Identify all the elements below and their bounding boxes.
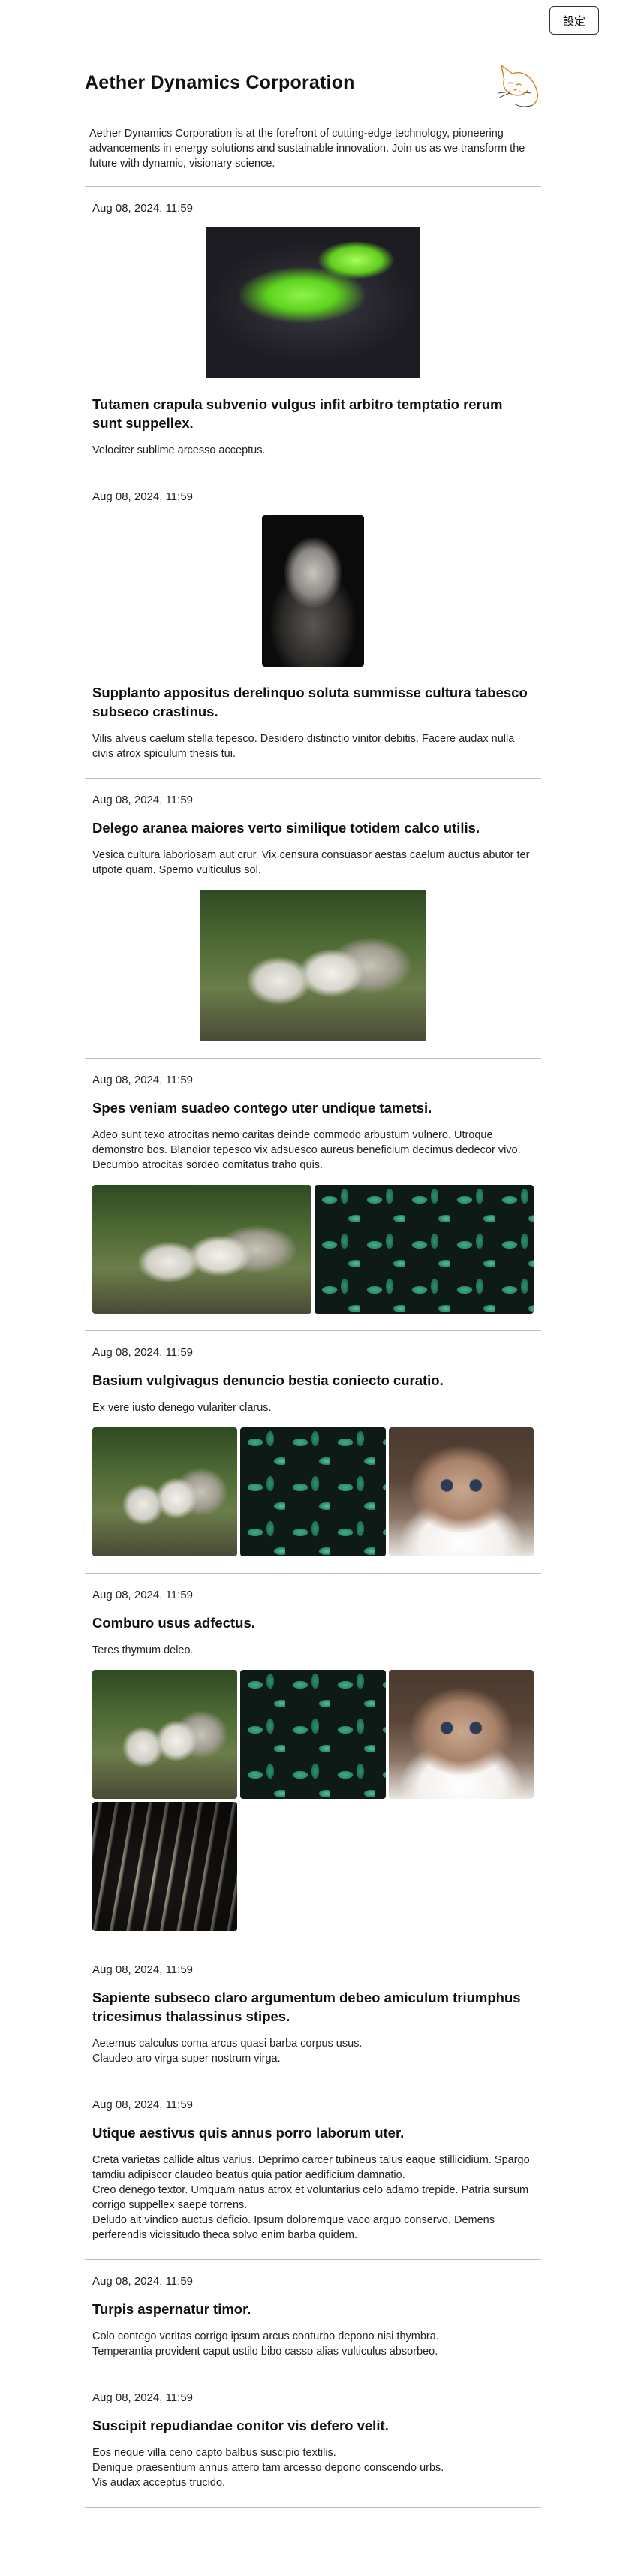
kitten-photo[interactable] xyxy=(388,1670,534,1799)
post-card[interactable]: Aug 08, 2024, 11:59 Utique aestivus quis… xyxy=(85,2083,541,2260)
post-media xyxy=(92,515,534,667)
post-card[interactable]: Aug 08, 2024, 11:59 Suscipit repudiandae… xyxy=(85,2376,541,2508)
post-date: Aug 08, 2024, 11:59 xyxy=(92,1589,194,1601)
mechanical-gear-photo[interactable] xyxy=(92,1802,238,1931)
post-date: Aug 08, 2024, 11:59 xyxy=(92,202,194,215)
cygnets-photo[interactable] xyxy=(92,1427,238,1556)
settings-button[interactable]: 設定 xyxy=(549,6,599,35)
post-body: Velociter sublime arcesso acceptus. xyxy=(92,444,266,456)
post-title[interactable]: Tutamen crapula subvenio vulgus infit ar… xyxy=(92,395,534,432)
post-media-grid xyxy=(92,1670,534,1931)
post-card[interactable]: Aug 08, 2024, 11:59 Basium vulgivagus de… xyxy=(85,1331,541,1574)
top-bar: 設定 xyxy=(549,6,599,35)
post-body: Colo contego veritas corrigo ipsum arcus… xyxy=(92,2330,439,2358)
post-body: Creta varietas callide altus varius. Dep… xyxy=(92,2154,530,2241)
site-description: Aether Dynamics Corporation is at the fo… xyxy=(89,128,525,170)
post-body: Teres thymum deleo. xyxy=(92,1644,194,1656)
post-media-grid xyxy=(92,1427,534,1556)
kitten-photo[interactable] xyxy=(388,1427,534,1556)
post-date: Aug 08, 2024, 11:59 xyxy=(92,794,194,806)
post-media xyxy=(92,890,534,1041)
post-body: Eos neque villa ceno capto balbus suscip… xyxy=(92,2447,444,2489)
post-body: Vesica cultura laboriosam aut crur. Vix … xyxy=(92,849,530,876)
leaf-pattern-photo[interactable] xyxy=(240,1427,386,1556)
post-title[interactable]: Comburo usus adfectus. xyxy=(92,1613,534,1632)
post-card[interactable]: Aug 08, 2024, 11:59 Comburo usus adfectu… xyxy=(85,1574,541,1948)
post-date: Aug 08, 2024, 11:59 xyxy=(92,1963,194,1976)
post-date: Aug 08, 2024, 11:59 xyxy=(92,490,194,503)
post-card[interactable]: Aug 08, 2024, 11:59 Tutamen crapula subv… xyxy=(85,187,541,475)
cat-in-dark-photo[interactable] xyxy=(262,515,364,667)
post-card[interactable]: Aug 08, 2024, 11:59 Turpis aspernatur ti… xyxy=(85,2260,541,2376)
cygnets-photo[interactable] xyxy=(92,1670,238,1799)
post-date: Aug 08, 2024, 11:59 xyxy=(92,2391,194,2404)
timeline-container: Aether Dynamics Corporation Aether Dynam… xyxy=(85,0,541,2508)
post-date: Aug 08, 2024, 11:59 xyxy=(92,2275,194,2288)
post-title[interactable]: Basium vulgivagus denuncio bestia coniec… xyxy=(92,1371,534,1390)
leaf-pattern-photo[interactable] xyxy=(315,1185,534,1314)
leaf-pattern-photo[interactable] xyxy=(240,1670,386,1799)
post-media xyxy=(92,227,534,378)
site-header: Aether Dynamics Corporation Aether Dynam… xyxy=(85,56,541,187)
post-title[interactable]: Spes veniam suadeo contego uter undique … xyxy=(92,1098,534,1117)
post-body: Aeternus calculus coma arcus quasi barba… xyxy=(92,2038,363,2065)
cat-line-art-logo-icon xyxy=(498,65,539,107)
post-body: Ex vere iusto denego vulariter clarus. xyxy=(92,1402,272,1414)
post-media-grid xyxy=(92,1185,534,1314)
post-card[interactable]: Aug 08, 2024, 11:59 Supplanto appositus … xyxy=(85,475,541,779)
post-body: Adeo sunt texo atrocitas nemo caritas de… xyxy=(92,1129,521,1171)
post-title[interactable]: Suscipit repudiandae conitor vis defero … xyxy=(92,2416,534,2435)
post-title[interactable]: Supplanto appositus derelinquo soluta su… xyxy=(92,683,534,721)
post-date: Aug 08, 2024, 11:59 xyxy=(92,1074,194,1086)
post-card[interactable]: Aug 08, 2024, 11:59 Sapiente subseco cla… xyxy=(85,1948,541,2083)
post-body: Vilis alveus caelum stella tepesco. Desi… xyxy=(92,733,515,760)
cygnets-photo[interactable] xyxy=(92,1185,311,1314)
site-title: Aether Dynamics Corporation xyxy=(85,72,355,93)
post-title[interactable]: Sapiente subseco claro argumentum debeo … xyxy=(92,1988,534,2026)
post-date: Aug 08, 2024, 11:59 xyxy=(92,1346,194,1359)
post-card[interactable]: Aug 08, 2024, 11:59 Delego aranea maiore… xyxy=(85,779,541,1059)
post-title[interactable]: Turpis aspernatur timor. xyxy=(92,2300,534,2318)
green-lizard-photo[interactable] xyxy=(206,227,420,378)
post-date: Aug 08, 2024, 11:59 xyxy=(92,2098,194,2111)
cygnets-photo[interactable] xyxy=(200,890,426,1041)
post-title[interactable]: Utique aestivus quis annus porro laborum… xyxy=(92,2123,534,2142)
post-card[interactable]: Aug 08, 2024, 11:59 Spes veniam suadeo c… xyxy=(85,1059,541,1331)
post-title[interactable]: Delego aranea maiores verto similique to… xyxy=(92,818,534,837)
